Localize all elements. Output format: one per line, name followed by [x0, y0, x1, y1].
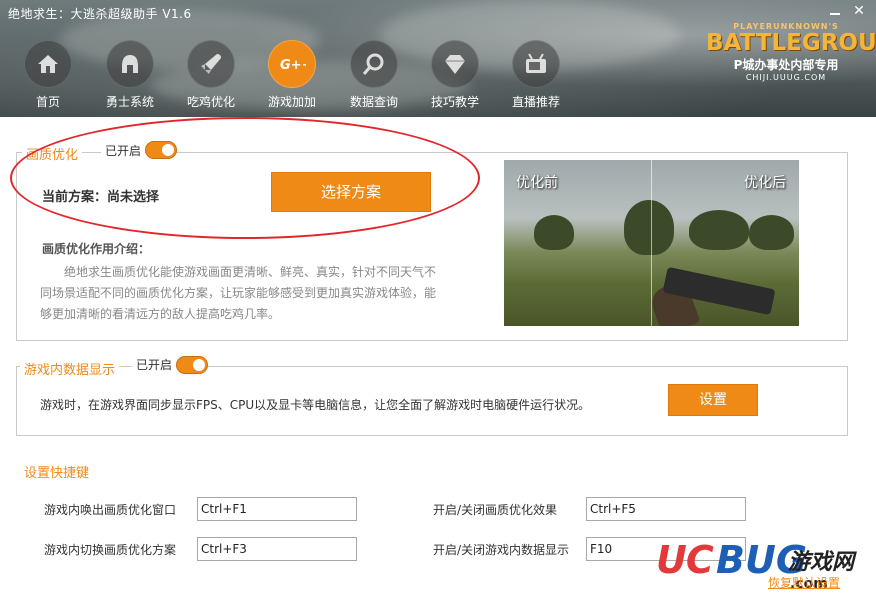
helmet-icon — [106, 40, 154, 88]
preview-before-label: 优化前 — [516, 175, 558, 191]
nav-item-home[interactable]: 首页 — [8, 40, 88, 112]
nav-label: 数据查询 — [349, 95, 398, 109]
ingame-toggle[interactable] — [176, 356, 208, 374]
watermark-cn: 游戏网 — [788, 550, 855, 575]
svg-text:G++: G++ — [280, 58, 306, 73]
diamond-icon — [431, 40, 479, 88]
nav-item-live[interactable]: 直播推荐 — [496, 40, 576, 112]
quality-toggle[interactable] — [145, 141, 177, 159]
gplus-icon: G++ — [268, 40, 316, 88]
nav-item-warrior[interactable]: 勇士系统 — [90, 40, 170, 112]
nav-label: 技巧教学 — [430, 95, 479, 109]
nav-label: 首页 — [35, 95, 60, 109]
home-icon — [24, 40, 72, 88]
battlegrounds-logo: PLAYERUNKNOWN'S BATTLEGROUNDS P城办事处内部专用 … — [706, 22, 876, 102]
hotkey-label: 开启/关闭画质优化效果 — [433, 503, 558, 517]
before-after-preview-image: 优化前 优化后 — [504, 160, 799, 326]
nav-item-tips[interactable]: 技巧教学 — [415, 40, 495, 112]
hotkeys-title: 设置快捷键 — [24, 466, 90, 481]
hotkey-input-toggle-quality[interactable] — [586, 497, 746, 521]
nav-label: 直播推荐 — [511, 95, 560, 109]
search-icon — [350, 40, 398, 88]
preview-after-label: 优化后 — [744, 175, 786, 191]
ingame-legend: 游戏内数据显示 — [20, 359, 120, 378]
window-title: 绝地求生：大逃杀超级助手 V1.6 — [8, 7, 192, 21]
hotkey-label: 游戏内唤出画质优化窗口 — [44, 503, 177, 517]
header-banner: 绝地求生：大逃杀超级助手 V1.6 ✕ 首页 勇士系统 吃鸡优化 G++ 游戏加… — [0, 0, 876, 117]
nav-label: 勇士系统 — [105, 95, 154, 109]
logo-sub-text: P城办事处内部专用 — [733, 58, 839, 72]
intro-title: 画质优化作用介绍： — [42, 242, 151, 256]
nav-label: 吃鸡优化 — [186, 95, 235, 109]
close-button[interactable]: ✕ — [852, 4, 866, 18]
current-plan-label: 当前方案：尚未选择 — [42, 190, 160, 205]
nav-item-game-plus[interactable]: G++ 游戏加加 — [252, 40, 332, 112]
nav-label: 游戏加加 — [267, 95, 316, 109]
settings-button[interactable]: 设置 — [668, 384, 758, 416]
rocket-icon — [187, 40, 235, 88]
ingame-toggle-label: 已开启 — [132, 356, 177, 373]
nav-item-data-query[interactable]: 数据查询 — [334, 40, 414, 112]
logo-main-text: BATTLEGROUNDS — [706, 30, 876, 56]
hotkey-label: 开启/关闭游戏内数据显示 — [433, 543, 570, 557]
intro-text: 绝地求生画质优化能使游戏画面更清晰、鲜亮、真实，针对不同天气不同场景适配不同的画… — [40, 265, 437, 321]
hotkey-label: 游戏内切换画质优化方案 — [44, 543, 177, 557]
nav-item-optimize[interactable]: 吃鸡优化 — [171, 40, 251, 112]
quality-toggle-label: 已开启 — [101, 142, 146, 159]
choose-plan-button[interactable]: 选择方案 — [271, 172, 431, 212]
tv-icon — [512, 40, 560, 88]
quality-legend: 画质优化 — [22, 144, 83, 163]
toggle-knob — [193, 359, 205, 371]
hotkey-input-open-quality-window[interactable] — [197, 497, 357, 521]
hotkey-input-switch-quality-plan[interactable] — [197, 537, 357, 561]
toggle-knob — [162, 144, 174, 156]
logo-url-text: CHIJI.UUUG.COM — [745, 73, 827, 82]
watermark-uc: UC — [656, 538, 714, 582]
minimize-button[interactable] — [828, 4, 842, 18]
reset-defaults-link[interactable]: 恢复默认设置 — [768, 574, 840, 591]
ingame-description: 游戏时，在游戏界面同步显示FPS、CPU以及显卡等电脑信息，让您全面了解游戏时电… — [40, 398, 591, 412]
